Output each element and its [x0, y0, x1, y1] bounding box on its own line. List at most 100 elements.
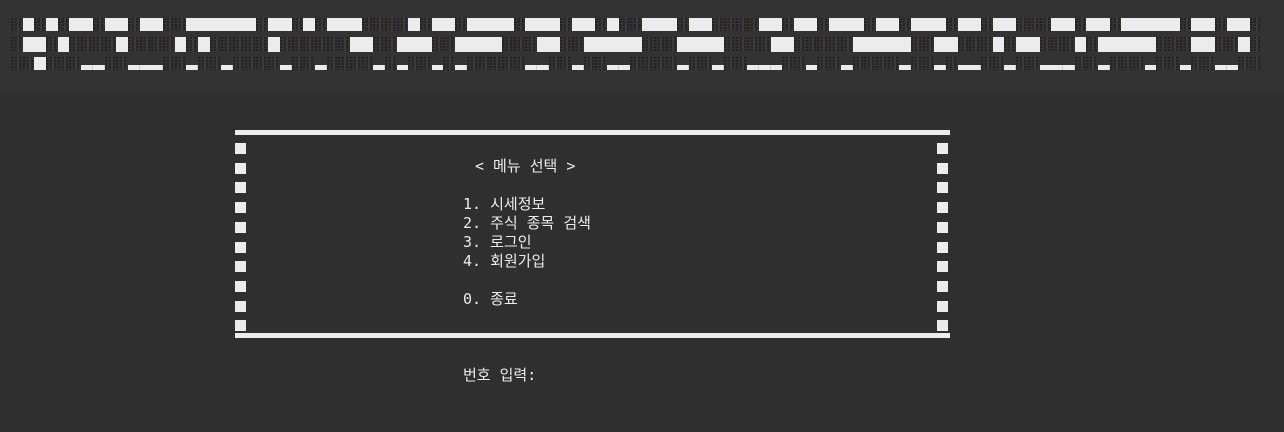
- banner-block: [1062, 37, 1075, 52]
- banner-block: [536, 57, 549, 70]
- banner-block: [81, 57, 93, 70]
- banner-block: [957, 37, 970, 52]
- banner-block: [221, 57, 234, 70]
- banner-block: [665, 57, 678, 70]
- banner-block: [186, 18, 198, 31]
- banner-block: [92, 37, 105, 52]
- banner-block: [560, 37, 572, 52]
- menu-box-side-block: [235, 221, 246, 233]
- banner-block: [864, 57, 876, 70]
- banner-block: [560, 57, 572, 70]
- banner-block: [1016, 18, 1028, 31]
- banner-block: [303, 18, 315, 31]
- banner-block: [1074, 37, 1087, 52]
- banner-block: [11, 57, 23, 70]
- banner-block: [829, 18, 841, 31]
- banner-block: [794, 37, 806, 52]
- banner-block: [1074, 18, 1087, 31]
- menu-box-side-block: [937, 300, 948, 312]
- menu-box-side-block: [235, 261, 246, 273]
- banner-block: [501, 37, 514, 52]
- menu-item-4: 4. 회원가입: [463, 252, 546, 270]
- banner-block: [373, 57, 385, 70]
- banner-block: [934, 57, 946, 70]
- banner-block: [747, 18, 759, 31]
- banner-block: [735, 37, 748, 52]
- banner-block: [829, 57, 841, 70]
- banner-block: [910, 57, 923, 70]
- banner-block: [1051, 57, 1063, 70]
- banner-block: [186, 37, 198, 52]
- banner-block: [922, 18, 935, 31]
- banner-block: [1074, 57, 1087, 70]
- banner-block: [1144, 57, 1157, 70]
- banner-block: [349, 57, 362, 70]
- banner-block: [969, 57, 982, 70]
- banner-block: [46, 18, 58, 31]
- banner-block: [466, 57, 479, 70]
- banner-block: [420, 57, 432, 70]
- banner-block: [770, 57, 783, 70]
- banner-block: [81, 18, 93, 31]
- banner-block: [303, 37, 315, 52]
- banner-block: [782, 57, 795, 70]
- banner-block: [1144, 18, 1157, 31]
- banner-block: [653, 57, 666, 70]
- banner-block: [1086, 57, 1098, 70]
- banner-block: [1097, 37, 1110, 52]
- banner-block: [805, 18, 818, 31]
- banner-block: [198, 18, 210, 31]
- banner-block: [198, 37, 210, 52]
- banner-block: [852, 57, 865, 70]
- banner-block: [688, 57, 701, 70]
- banner-block: [934, 37, 946, 52]
- banner-block: [1191, 37, 1204, 52]
- banner-block: [910, 18, 923, 31]
- banner-block: [349, 18, 362, 31]
- banner-block: [268, 18, 280, 31]
- banner-block: [782, 37, 795, 52]
- banner-block: [92, 18, 105, 31]
- banner-block: [314, 57, 327, 70]
- banner-block: [104, 57, 117, 70]
- banner-block: [279, 57, 292, 70]
- banner-block: [840, 18, 853, 31]
- banner-block: [712, 57, 724, 70]
- banner-block: [57, 57, 70, 70]
- banner-block: [981, 18, 993, 31]
- banner-block: [946, 18, 958, 31]
- banner-block: [513, 57, 526, 70]
- banner-block: [443, 57, 456, 70]
- banner-block: [817, 57, 830, 70]
- banner-block: [256, 18, 269, 31]
- banner-block: [396, 57, 409, 70]
- banner-block: [1016, 37, 1028, 52]
- banner-block: [992, 37, 1005, 52]
- banner-block: [782, 18, 795, 31]
- menu-title: < 메뉴 선택 >: [475, 157, 576, 175]
- menu-box-side-block: [937, 202, 948, 214]
- banner-block: [69, 18, 82, 31]
- banner-block: [291, 57, 304, 70]
- banner-block: [209, 18, 222, 31]
- menu-item-2: 2. 주식 종목 검색: [463, 214, 591, 232]
- banner-block: [630, 37, 643, 52]
- banner-block: [373, 18, 385, 31]
- banner-block: [572, 37, 584, 52]
- banner-row: [11, 37, 1262, 52]
- banner-block: [747, 37, 759, 52]
- menu-box-side-block: [937, 143, 948, 154]
- menu-box-side-block: [937, 241, 948, 253]
- menu-item-3: 3. 로그인: [463, 233, 532, 251]
- banner-block: [1039, 37, 1052, 52]
- banner-block: [934, 18, 946, 31]
- banner-block: [279, 18, 292, 31]
- banner-block: [840, 37, 853, 52]
- banner-block: [583, 57, 596, 70]
- number-input-prompt[interactable]: 번호 입력:: [463, 366, 536, 385]
- menu-box-side-block: [937, 162, 948, 174]
- banner-block: [1027, 57, 1040, 70]
- banner-block: [1039, 18, 1052, 31]
- banner-block: [1179, 37, 1192, 52]
- banner-block: [957, 57, 970, 70]
